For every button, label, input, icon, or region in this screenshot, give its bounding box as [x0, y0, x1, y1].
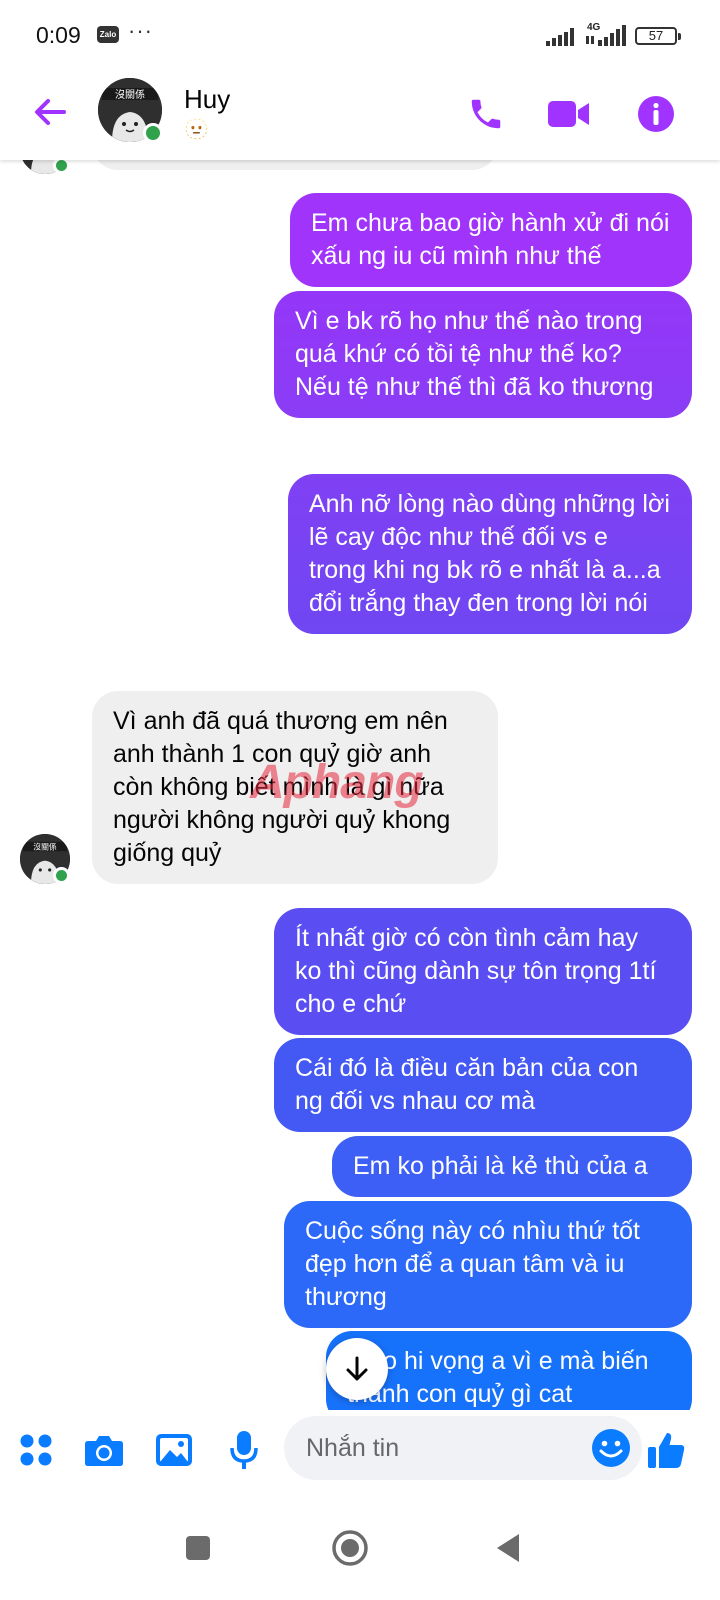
- message-list[interactable]: Em chưa bao giờ hành xử đi nói xấu ng iu…: [0, 160, 720, 1422]
- status-bar: 0:09 Zalo ··· 4G 57: [0, 0, 720, 72]
- apps-grid-icon[interactable]: [14, 1428, 58, 1472]
- message-bubble-incoming[interactable]: [92, 160, 498, 170]
- back-arrow-icon[interactable]: [28, 90, 72, 134]
- online-indicator: [143, 123, 163, 143]
- image-icon[interactable]: [152, 1428, 196, 1472]
- battery-icon: 57: [635, 27, 681, 45]
- message-bubble-outgoing[interactable]: Anh nỡ lòng nào dùng những lời lẽ cay độ…: [288, 474, 692, 634]
- info-icon[interactable]: [632, 90, 680, 138]
- online-indicator: [53, 160, 70, 174]
- message-input[interactable]: [306, 1416, 576, 1480]
- system-navigation-bar: [0, 1500, 720, 1600]
- clock: 0:09: [36, 22, 81, 48]
- status-emoji: 🫥: [184, 119, 209, 141]
- svg-text:沒關係: 沒關係: [33, 842, 57, 852]
- message-bubble-outgoing[interactable]: Em chưa bao giờ hành xử đi nói xấu ng iu…: [290, 193, 692, 287]
- online-indicator: [53, 867, 70, 884]
- message-bubble-outgoing[interactable]: Vì e bk rõ họ như thế nào trong quá khứ …: [274, 291, 692, 418]
- thumbs-up-icon[interactable]: [644, 1428, 688, 1472]
- svg-text:沒關係: 沒關係: [115, 88, 145, 101]
- signal-icon: [586, 25, 626, 46]
- back-icon[interactable]: [480, 1520, 536, 1576]
- phone-icon[interactable]: [462, 90, 510, 138]
- camera-icon[interactable]: [82, 1428, 126, 1472]
- home-icon[interactable]: [322, 1520, 378, 1576]
- microphone-icon[interactable]: [222, 1428, 266, 1472]
- arrow-down-icon: [346, 1356, 368, 1381]
- message-bubble-outgoing[interactable]: Cuộc sống này có nhìu thứ tốt đẹp hơn để…: [284, 1201, 692, 1328]
- conversation-header: 沒關係 Huy 🫥: [0, 72, 720, 160]
- message-composer: [0, 1410, 720, 1500]
- more-notifications-icon: ···: [128, 18, 153, 43]
- recents-icon[interactable]: [170, 1520, 226, 1576]
- message-bubble-outgoing[interactable]: Ít nhất giờ có còn tình cảm hay ko thì c…: [274, 908, 692, 1035]
- contact-name[interactable]: Huy: [184, 84, 230, 115]
- message-input-container[interactable]: [284, 1416, 642, 1480]
- watermark: Aphang: [250, 756, 424, 809]
- message-bubble-outgoing[interactable]: Em ko phải là kẻ thù của a: [332, 1136, 692, 1197]
- scroll-to-bottom-button[interactable]: [326, 1338, 388, 1400]
- emoji-icon[interactable]: [590, 1427, 632, 1469]
- message-bubble-outgoing[interactable]: Cái đó là điều căn bản của con ng đối vs…: [274, 1038, 692, 1132]
- video-camera-icon[interactable]: [545, 90, 593, 138]
- zalo-notification-icon: Zalo: [97, 26, 119, 43]
- signal-icon: [546, 28, 574, 46]
